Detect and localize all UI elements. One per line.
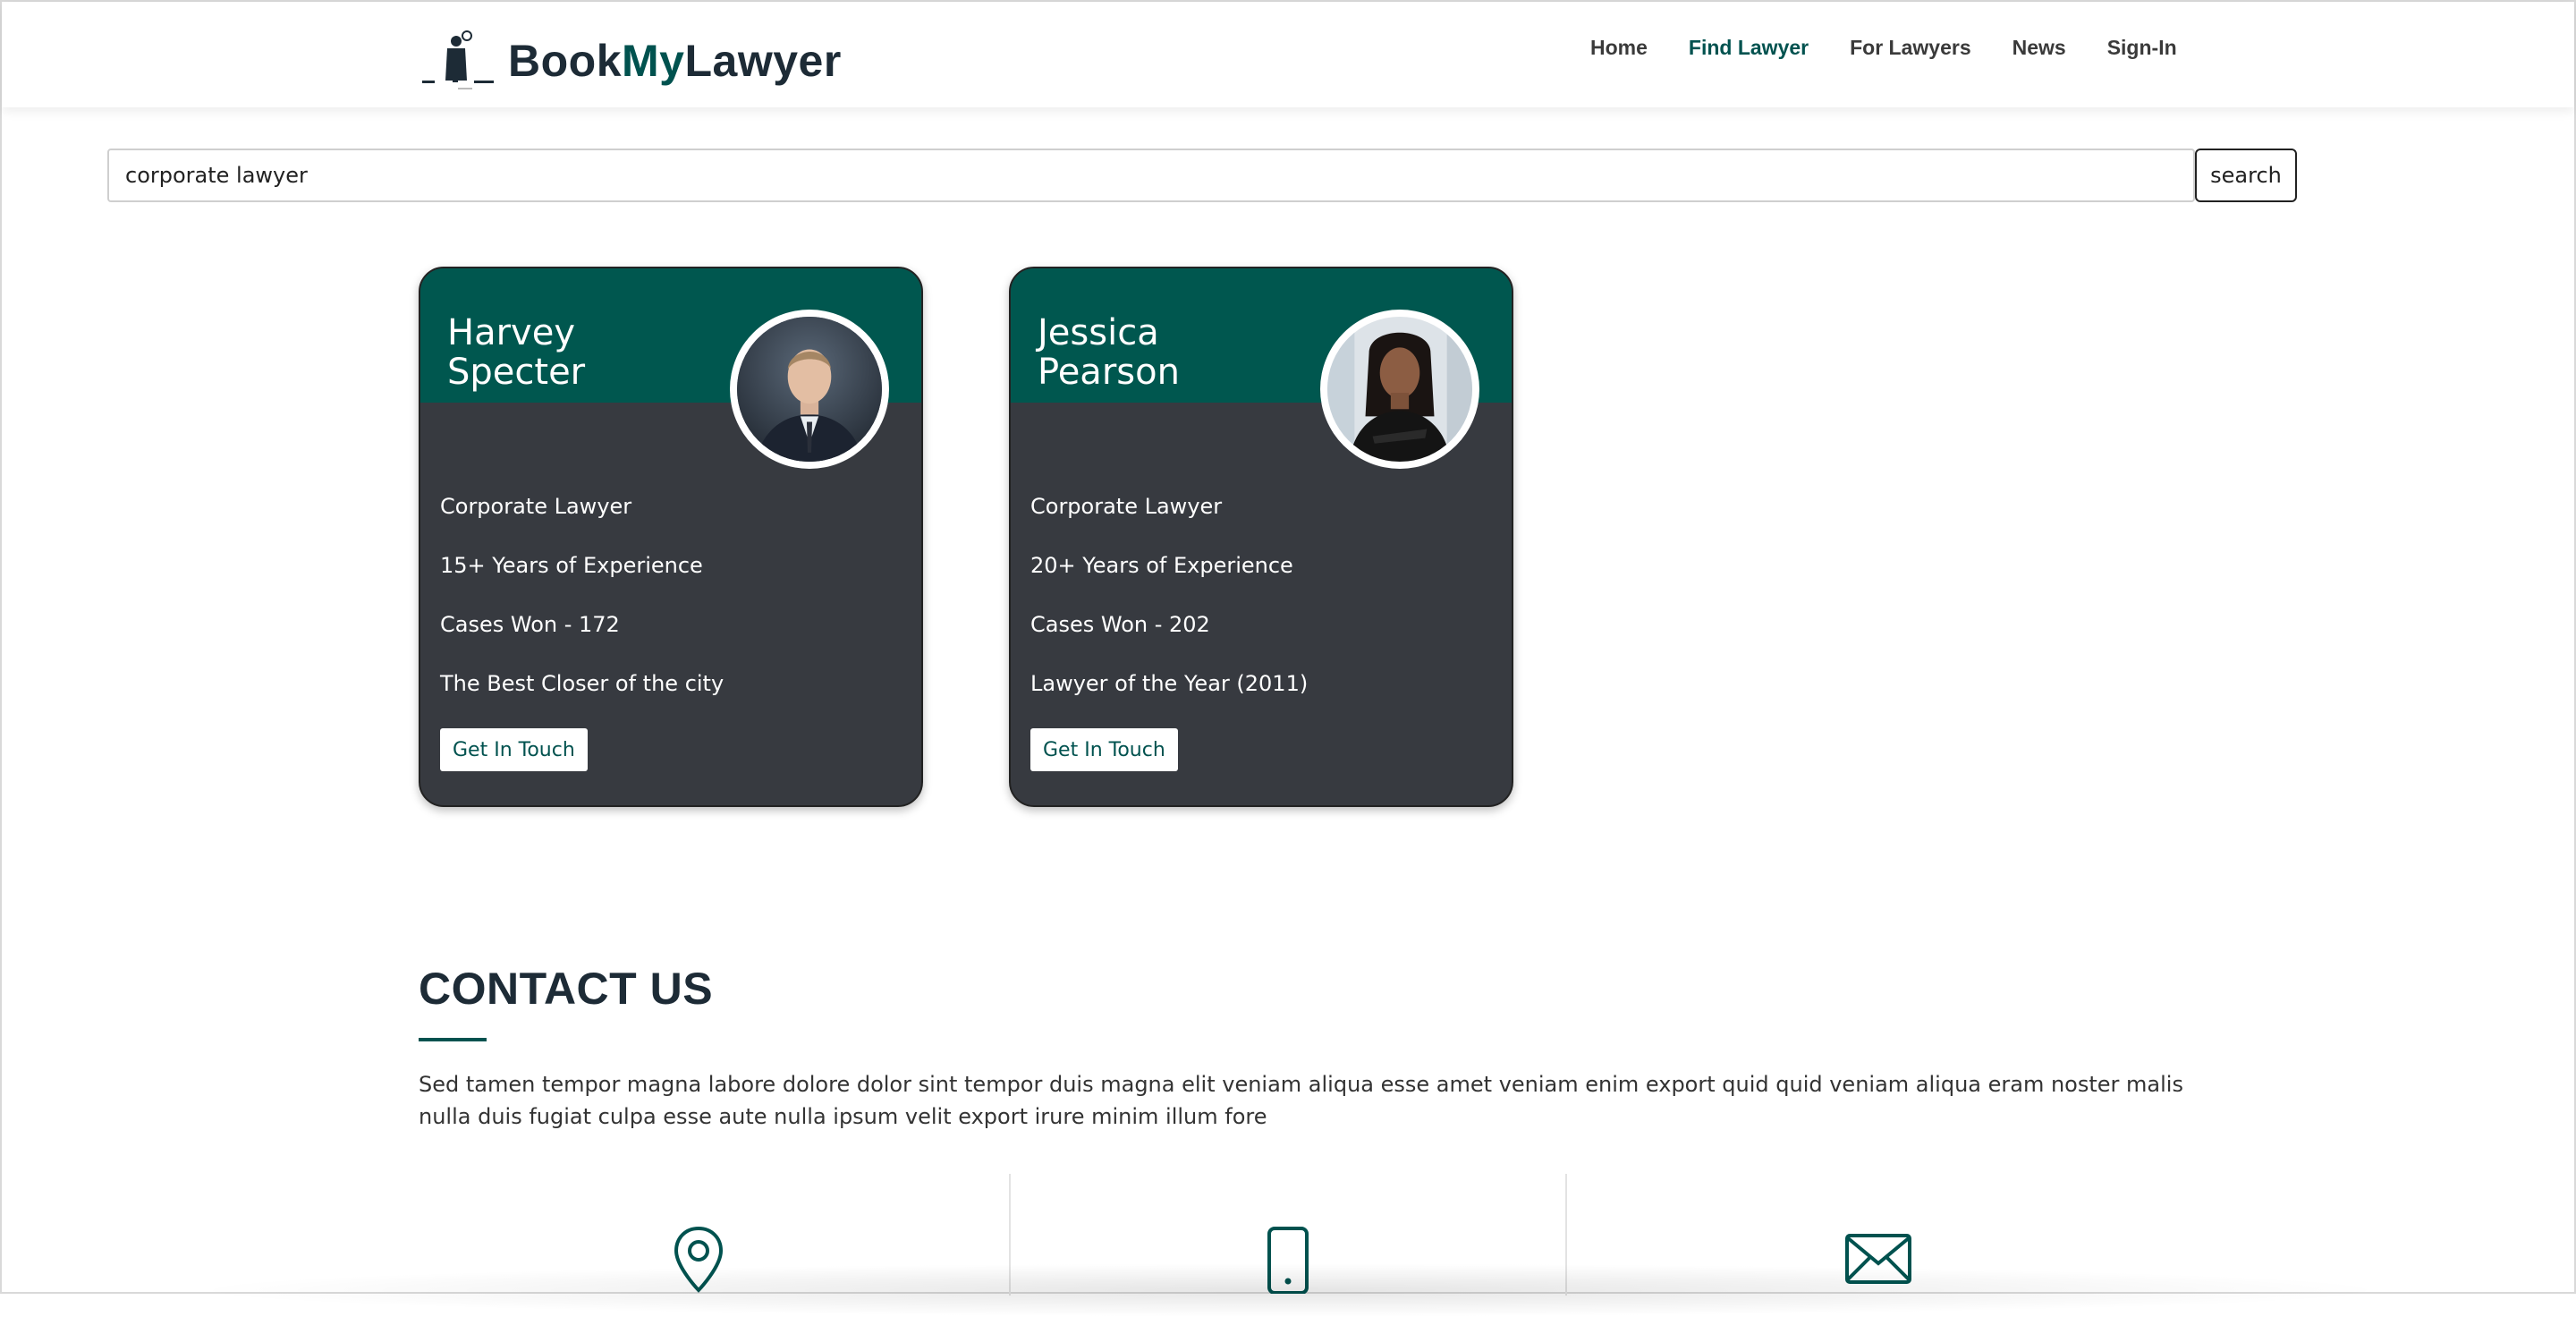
lawyer-logo-icon	[422, 30, 494, 89]
contact-title: CONTACT US	[419, 964, 714, 1014]
nav-sign-in[interactable]: Sign-In	[2107, 36, 2177, 60]
lawyer-first-name: Jessica	[1038, 312, 1159, 353]
nav-for-lawyers[interactable]: For Lawyers	[1850, 36, 1971, 60]
lawyer-experience: 20+ Years of Experience	[1030, 553, 1293, 578]
lawyer-details: Corporate Lawyer 15+ Years of Experience…	[440, 492, 724, 728]
contact-description: Sed tamen tempor magna labore dolore dol…	[419, 1072, 2183, 1129]
brand-name: BookMyLawyer	[508, 35, 842, 87]
search-bar: × search	[107, 149, 2299, 202]
lawyer-last-name: Specter	[447, 352, 586, 393]
footer-shadow	[181, 1263, 2399, 1317]
avatar	[1320, 310, 1479, 469]
lawyer-specialty: Corporate Lawyer	[440, 494, 632, 519]
lawyer-tagline: Lawyer of the Year (2011)	[1030, 671, 1309, 696]
lawyer-first-name: Harvey	[447, 312, 575, 353]
lawyer-cases-won: Cases Won - 202	[1030, 612, 1210, 637]
lawyer-name: Jessica Pearson	[1038, 313, 1288, 392]
brand-my: My	[622, 36, 685, 86]
nav-news[interactable]: News	[2012, 36, 2066, 60]
main-nav: Home Find Lawyer For Lawyers News Sign-I…	[1590, 36, 2177, 60]
lawyer-card: Jessica Pearson Corporate Lawyer 20+ Yea…	[1009, 267, 1513, 807]
search-input[interactable]	[107, 149, 2195, 202]
brand-lawyer: Lawyer	[684, 36, 842, 86]
get-in-touch-button[interactable]: Get In Touch	[1030, 728, 1178, 771]
avatar	[730, 310, 889, 469]
lawyer-portrait-icon	[1327, 317, 1472, 462]
site-header: BookMyLawyer Home Find Lawyer For Lawyer…	[2, 2, 2574, 107]
lawyer-specialty: Corporate Lawyer	[1030, 494, 1223, 519]
lawyer-card: Harvey Specter Corporate Lawyer 15+ Year…	[419, 267, 923, 807]
lawyer-tagline: The Best Closer of the city	[440, 671, 724, 696]
get-in-touch-button[interactable]: Get In Touch	[440, 728, 588, 771]
title-underline	[419, 1038, 487, 1041]
nav-find-lawyer[interactable]: Find Lawyer	[1689, 36, 1809, 60]
lawyer-cases-won: Cases Won - 172	[440, 612, 620, 637]
lawyer-portrait-icon	[737, 317, 882, 462]
lawyer-details: Corporate Lawyer 20+ Years of Experience…	[1030, 492, 1308, 728]
search-button[interactable]: search	[2195, 149, 2297, 202]
brand-book: Book	[508, 36, 622, 86]
nav-home[interactable]: Home	[1590, 36, 1648, 60]
logo[interactable]: BookMyLawyer	[420, 25, 842, 97]
lawyer-last-name: Pearson	[1038, 352, 1180, 393]
lawyer-experience: 15+ Years of Experience	[440, 553, 703, 578]
lawyer-name: Harvey Specter	[447, 313, 698, 392]
